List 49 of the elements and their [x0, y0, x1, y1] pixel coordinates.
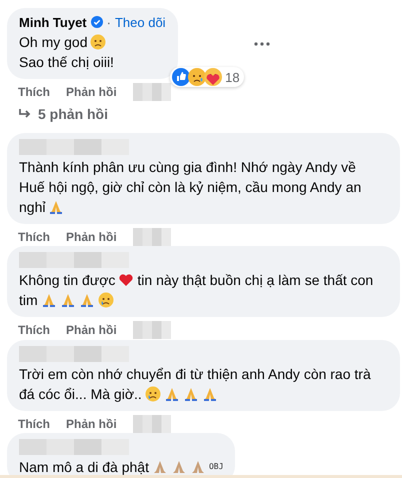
- praying-hands-icon: [40, 292, 57, 308]
- crying-face-icon: [98, 292, 114, 308]
- crying-face-icon: [144, 386, 161, 402]
- comment-action-link[interactable]: Thích: [18, 85, 50, 99]
- praying-hands-icon: [152, 459, 168, 475]
- comment-text: Oh my god: [19, 33, 88, 52]
- comment-action-link[interactable]: Phản hồi: [66, 230, 117, 244]
- comment-action-link[interactable]: Thích: [18, 323, 50, 337]
- blurred-timestamp: [132, 415, 171, 433]
- author-name[interactable]: Minh Tuyet: [19, 14, 87, 30]
- sad-face-icon: [90, 34, 106, 50]
- blurred-timestamp: [132, 83, 171, 101]
- reaction-count: 18: [225, 70, 240, 84]
- object-symbol: OBJ: [208, 462, 224, 472]
- sad-reaction-icon: [188, 68, 206, 86]
- comment-text: Sao thế chị oiii!: [19, 53, 114, 72]
- praying-hands-icon: [170, 459, 187, 475]
- comment-action-link[interactable]: Phản hồi: [66, 323, 117, 337]
- like-reaction-icon: [172, 68, 190, 86]
- comment-text: Không tin được: [19, 271, 116, 290]
- comment-text: tim: [19, 291, 38, 310]
- praying-hands-icon: [182, 386, 199, 402]
- follow-link[interactable]: Theo dõi: [114, 14, 166, 30]
- heart-icon: [118, 272, 134, 288]
- comment-text: nghỉ: [19, 198, 46, 217]
- care-reaction-icon: [204, 68, 222, 86]
- separator-dot: ·: [106, 14, 111, 30]
- reactions-badge[interactable]: 18: [170, 67, 244, 87]
- blurred-timestamp: [132, 228, 171, 246]
- blurred-timestamp: [132, 321, 171, 339]
- comment-text: Thành kính phân ưu cùng gia đình! Nhớ ngày Andy về: [19, 158, 356, 177]
- more-options-button[interactable]: [252, 40, 272, 48]
- praying-hands-icon: [48, 199, 64, 215]
- comment-action-link[interactable]: Phản hồi: [66, 85, 117, 99]
- praying-hands-icon: [202, 386, 218, 402]
- comment-text: Trời em còn nhớ chuyển đi từ thiện anh Andy còn rao trà: [19, 365, 371, 384]
- comment-action-link[interactable]: Phản hồi: [66, 417, 117, 431]
- comment-text: Huế hội ngộ, giờ chỉ còn là kỷ niệm, cầu mong Andy an: [19, 178, 362, 197]
- comment-text: tin này thật buồn chị ạ làm se thất con: [137, 271, 374, 290]
- comment-action-link[interactable]: Thích: [18, 417, 50, 431]
- praying-hands-icon: [190, 459, 206, 475]
- reply-arrow-icon: [18, 108, 32, 120]
- comment-text: Nam mô a di đà phật: [19, 458, 149, 477]
- comment-action-link[interactable]: Thích: [18, 230, 50, 244]
- praying-hands-icon: [60, 292, 76, 308]
- praying-hands-icon: [78, 292, 95, 308]
- comment-text: đá cóc ổi... Mà giờ..: [19, 385, 142, 404]
- view-replies-link[interactable]: 5 phản hồi: [7, 101, 108, 123]
- praying-hands-icon: [164, 386, 180, 402]
